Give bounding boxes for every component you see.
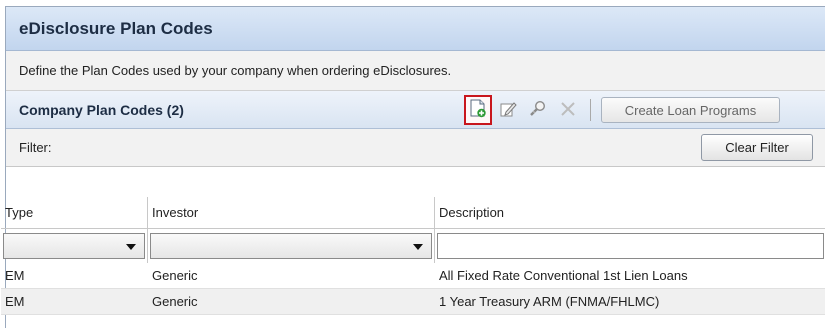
type-cell: EM xyxy=(5,294,25,309)
investor-filter-cell xyxy=(148,229,435,263)
column-header-investor[interactable]: Investor xyxy=(148,197,435,228)
investor-cell: Generic xyxy=(152,294,198,309)
edit-plan-code-button[interactable] xyxy=(494,95,522,125)
new-document-icon xyxy=(469,99,487,122)
type-cell: EM xyxy=(5,268,25,283)
investor-cell: Generic xyxy=(152,268,198,283)
filter-bar: Filter: Clear Filter xyxy=(6,129,825,167)
edit-icon xyxy=(499,100,517,121)
type-filter-dropdown[interactable] xyxy=(3,233,145,259)
chevron-down-icon xyxy=(413,244,423,250)
chevron-down-icon xyxy=(126,244,136,250)
description-cell: 1 Year Treasury ARM (FNMA/FHLMC) xyxy=(439,294,660,309)
grid-header-row: Type Investor Description xyxy=(1,197,825,229)
toolbar: Create Loan Programs xyxy=(464,91,780,129)
investor-filter-dropdown[interactable] xyxy=(150,233,432,259)
delete-plan-code-button[interactable] xyxy=(554,95,582,125)
section-title: Company Plan Codes (2) xyxy=(19,101,184,118)
plan-codes-panel: eDisclosure Plan Codes Define the Plan C… xyxy=(1,6,825,328)
table-row[interactable]: EM Generic All Fixed Rate Conventional 1… xyxy=(1,263,825,289)
create-loan-programs-button[interactable]: Create Loan Programs xyxy=(601,97,780,123)
clear-filter-button[interactable]: Clear Filter xyxy=(701,134,813,161)
toolbar-separator xyxy=(590,99,591,121)
column-header-description[interactable]: Description xyxy=(435,197,825,228)
panel-description-bar: Define the Plan Codes used by your compa… xyxy=(6,51,825,91)
delete-icon xyxy=(559,100,577,121)
description-filter-input[interactable] xyxy=(437,233,824,259)
new-plan-code-button[interactable] xyxy=(464,95,492,125)
table-row[interactable]: EM Generic 1 Year Treasury ARM (FNMA/FHL… xyxy=(1,289,825,315)
description-cell: All Fixed Rate Conventional 1st Lien Loa… xyxy=(439,268,688,283)
find-icon xyxy=(529,100,547,121)
panel-description: Define the Plan Codes used by your compa… xyxy=(19,63,452,78)
panel-title: eDisclosure Plan Codes xyxy=(19,18,213,38)
panel-title-bar: eDisclosure Plan Codes xyxy=(6,7,825,51)
filter-label: Filter: xyxy=(19,140,52,155)
company-plan-codes-header: Company Plan Codes (2) Create Loan Progr… xyxy=(6,91,825,129)
description-filter-cell xyxy=(435,229,825,263)
column-header-type[interactable]: Type xyxy=(1,197,148,228)
grid-filter-row xyxy=(1,229,825,263)
plan-codes-grid: Type Investor Description EM Generic All xyxy=(1,197,825,315)
type-filter-cell xyxy=(1,229,148,263)
find-plan-code-button[interactable] xyxy=(524,95,552,125)
